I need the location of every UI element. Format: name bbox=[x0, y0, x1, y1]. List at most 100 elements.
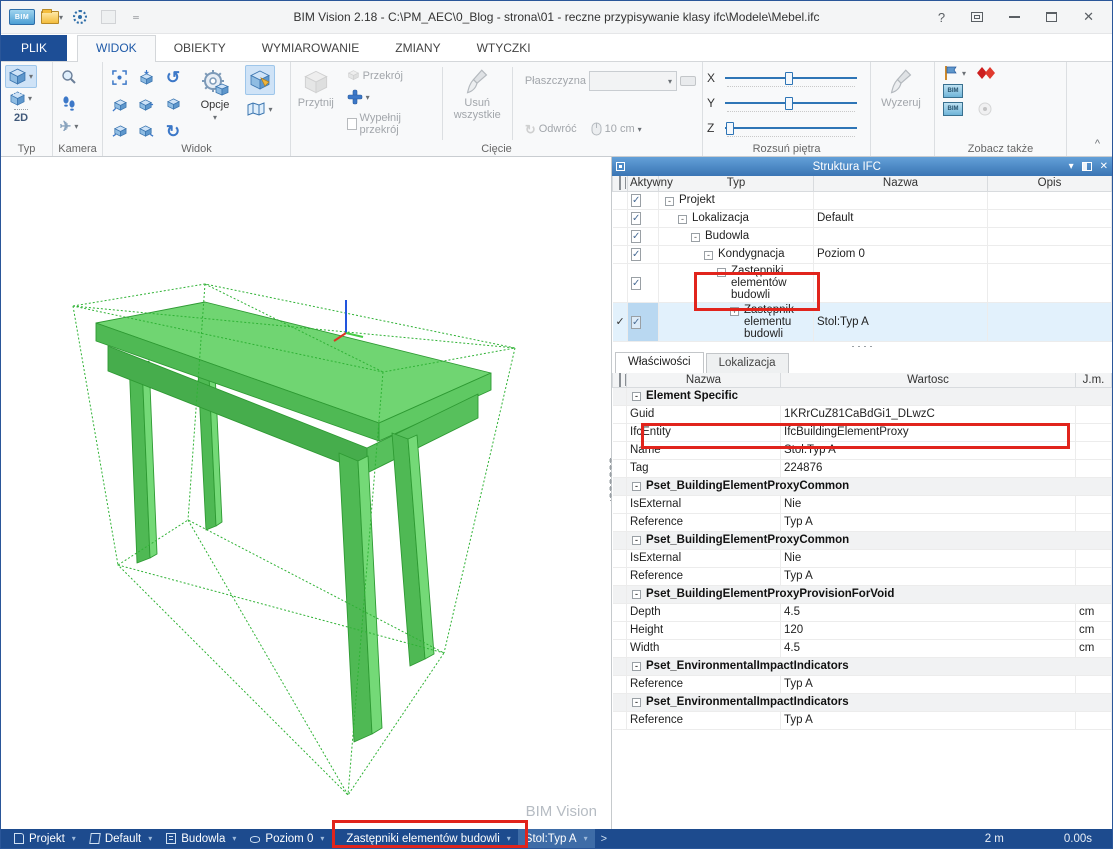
minimize-button[interactable] bbox=[1009, 16, 1020, 18]
view-left-button[interactable] bbox=[107, 119, 131, 143]
active-checkbox[interactable]: ✓ bbox=[631, 248, 641, 261]
property-row[interactable]: Guid1KRrCuZ81CaBdGi1_DLwzC bbox=[613, 405, 1112, 423]
map-button[interactable]: ▾ bbox=[247, 102, 272, 116]
property-group-row[interactable]: -Element Specific bbox=[613, 387, 1112, 405]
customize-toolbar-button[interactable]: ═ bbox=[125, 6, 147, 28]
add-section-button[interactable]: ▾ bbox=[347, 89, 426, 105]
slider-x-thumb[interactable] bbox=[785, 72, 793, 85]
column-options-header[interactable] bbox=[613, 373, 627, 388]
walk-camera-button[interactable] bbox=[57, 92, 81, 116]
tab-widok[interactable]: WIDOK bbox=[77, 35, 156, 62]
expander-icon[interactable]: - bbox=[632, 482, 641, 491]
breadcrumb-default[interactable]: Default ▾ bbox=[83, 829, 159, 848]
property-group-row[interactable]: -Pset_EnvironmentalImpactIndicators bbox=[613, 693, 1112, 711]
help-button[interactable]: ? bbox=[938, 10, 945, 25]
dropdown-icon[interactable]: ▾ bbox=[320, 834, 324, 843]
expander-icon[interactable]: - bbox=[632, 590, 641, 599]
bim-panel-icon-2[interactable]: BIM bbox=[943, 102, 963, 116]
zoom-camera-button[interactable] bbox=[57, 65, 81, 89]
view-type-3d-button[interactable]: ▾ bbox=[5, 65, 37, 88]
panel-menu-button[interactable]: ▾ bbox=[1069, 161, 1074, 172]
property-row[interactable]: ReferenceTyp A bbox=[613, 513, 1112, 531]
column-nazwa[interactable]: Nazwa bbox=[814, 176, 988, 191]
property-row[interactable]: ReferenceTyp A bbox=[613, 675, 1112, 693]
breadcrumb-stol[interactable]: Stol:Typ A ▾ bbox=[518, 829, 595, 848]
struktura-ifc-titlebar[interactable]: Struktura IFC ▾ ✕ bbox=[612, 157, 1112, 176]
breadcrumb-projekt[interactable]: Projekt ▾ bbox=[7, 829, 83, 848]
flags-button[interactable]: ▾ bbox=[943, 65, 966, 81]
view-top-button[interactable] bbox=[134, 65, 158, 89]
view-right-button[interactable] bbox=[134, 119, 158, 143]
column-typ[interactable]: Typ bbox=[659, 176, 814, 191]
active-checkbox[interactable]: ✓ bbox=[631, 212, 641, 225]
view-type-2d-button[interactable]: 2D bbox=[14, 109, 28, 124]
table-row[interactable]: ✓ -Zastępniki elementów budowli bbox=[613, 263, 1112, 302]
dropdown-icon[interactable]: ▾ bbox=[148, 834, 152, 843]
active-checkbox[interactable]: ✓ bbox=[631, 230, 641, 243]
active-checkbox[interactable]: ✓ bbox=[631, 316, 641, 329]
property-group-row[interactable]: -Pset_BuildingElementProxyCommon bbox=[613, 531, 1112, 549]
view-iso-button[interactable] bbox=[161, 92, 185, 116]
active-checkbox[interactable]: ✓ bbox=[631, 194, 641, 207]
expander-icon[interactable]: - bbox=[632, 392, 641, 401]
rotate-left-button[interactable]: ↺ bbox=[161, 65, 185, 89]
panel-dock-button[interactable] bbox=[1082, 162, 1092, 171]
slider-x[interactable] bbox=[725, 71, 857, 85]
view-type-hidden-button[interactable]: ▾ bbox=[10, 91, 32, 106]
property-row[interactable]: Height120cm bbox=[613, 621, 1112, 639]
table-row[interactable]: ✓ -Lokalizacja Default bbox=[613, 209, 1112, 227]
dropdown-icon[interactable]: ▾ bbox=[72, 834, 76, 843]
maximize-button[interactable] bbox=[1046, 12, 1057, 22]
horizontal-splitter[interactable] bbox=[612, 342, 1112, 350]
table-row-selected[interactable]: ✓ ✓ +Zastępnik elementu budowli Stol:Typ… bbox=[613, 302, 1112, 341]
table-row[interactable]: ✓ -Projekt bbox=[613, 191, 1112, 209]
table-row[interactable]: ✓ -Budowla bbox=[613, 227, 1112, 245]
tab-lokalizacja[interactable]: Lokalizacja bbox=[706, 353, 789, 373]
breadcrumb-poziom[interactable]: Poziom 0 ▾ bbox=[243, 829, 331, 848]
breadcrumb-expand-chevron[interactable]: > bbox=[595, 833, 613, 845]
expander-icon[interactable]: - bbox=[704, 251, 713, 260]
expander-icon[interactable]: - bbox=[691, 233, 700, 242]
breadcrumb-zastepniki[interactable]: Zastępniki elementów budowli ▾ bbox=[339, 829, 517, 848]
column-wartosc[interactable]: Wartosc bbox=[781, 373, 1076, 388]
slider-y[interactable] bbox=[725, 96, 857, 110]
dropdown-icon[interactable]: ▾ bbox=[232, 834, 236, 843]
property-row[interactable]: Depth4.5cm bbox=[613, 603, 1112, 621]
property-row[interactable]: ReferenceTyp A bbox=[613, 711, 1112, 729]
expander-icon[interactable]: + bbox=[730, 307, 739, 316]
column-nazwa[interactable]: Nazwa bbox=[627, 373, 781, 388]
tab-obiekty[interactable]: OBIEKTY bbox=[156, 36, 244, 61]
expander-icon[interactable]: - bbox=[632, 536, 641, 545]
view-front-button[interactable] bbox=[107, 92, 131, 116]
zoom-extents-button[interactable] bbox=[107, 65, 131, 89]
textures-button[interactable] bbox=[245, 65, 275, 95]
breadcrumb-budowla[interactable]: Budowla ▾ bbox=[159, 829, 243, 848]
slider-z[interactable] bbox=[725, 121, 857, 135]
tab-wtyczki[interactable]: WTYCZKI bbox=[459, 36, 549, 61]
property-group-row[interactable]: -Pset_BuildingElementProxyCommon bbox=[613, 477, 1112, 495]
view-back-button[interactable] bbox=[134, 92, 158, 116]
slider-z-thumb[interactable] bbox=[726, 122, 734, 135]
column-options-header[interactable] bbox=[613, 176, 628, 191]
compare-icon[interactable] bbox=[976, 66, 996, 80]
active-checkbox[interactable]: ✓ bbox=[631, 277, 641, 290]
expander-icon[interactable]: - bbox=[665, 197, 674, 206]
property-row[interactable]: Width4.5cm bbox=[613, 639, 1112, 657]
ribbon-collapse-button[interactable]: ^ bbox=[1095, 138, 1100, 150]
tab-wlasciwosci[interactable]: Właściwości bbox=[615, 352, 704, 373]
rotate-right-button[interactable]: ↻ bbox=[161, 119, 185, 143]
expander-icon[interactable]: - bbox=[717, 268, 726, 277]
column-opis[interactable]: Opis bbox=[988, 176, 1112, 191]
slider-y-thumb[interactable] bbox=[785, 97, 793, 110]
opcje-button[interactable]: Opcje ▾ bbox=[189, 65, 241, 142]
property-row[interactable]: IsExternalNie bbox=[613, 495, 1112, 513]
app-logo-icon[interactable]: BIM bbox=[9, 6, 35, 28]
property-row-ifcentity[interactable]: IfcEntityIfcBuildingElementProxy bbox=[613, 423, 1112, 441]
dropdown-icon[interactable]: ▾ bbox=[584, 834, 588, 843]
expander-icon[interactable]: - bbox=[632, 662, 641, 671]
tab-plik[interactable]: PLIK bbox=[1, 35, 67, 61]
property-row[interactable]: ReferenceTyp A bbox=[613, 567, 1112, 585]
bim-panel-icon-1[interactable]: BIM bbox=[943, 84, 963, 98]
viewport-3d[interactable]: BIM Vision bbox=[1, 157, 612, 830]
property-row[interactable]: IsExternalNie bbox=[613, 549, 1112, 567]
